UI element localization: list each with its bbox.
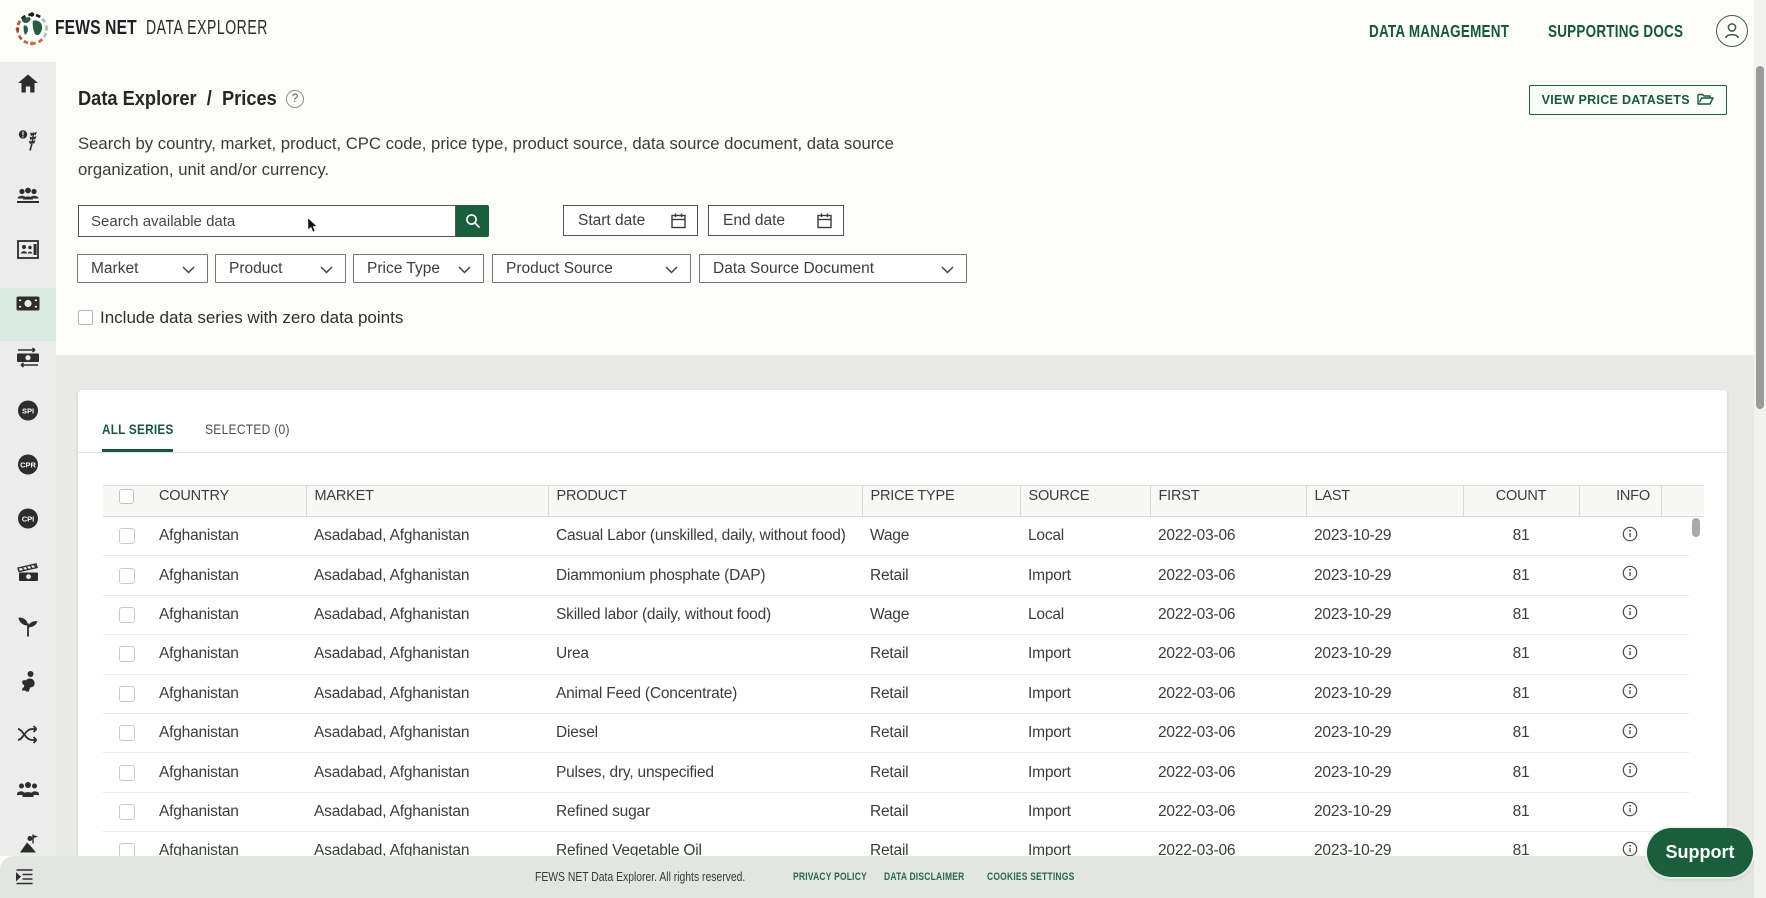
svg-text:SPI: SPI — [22, 407, 34, 416]
svg-text:CPR: CPR — [20, 461, 36, 470]
svg-text:!: ! — [22, 131, 25, 140]
svg-text:CPI: CPI — [22, 515, 35, 524]
